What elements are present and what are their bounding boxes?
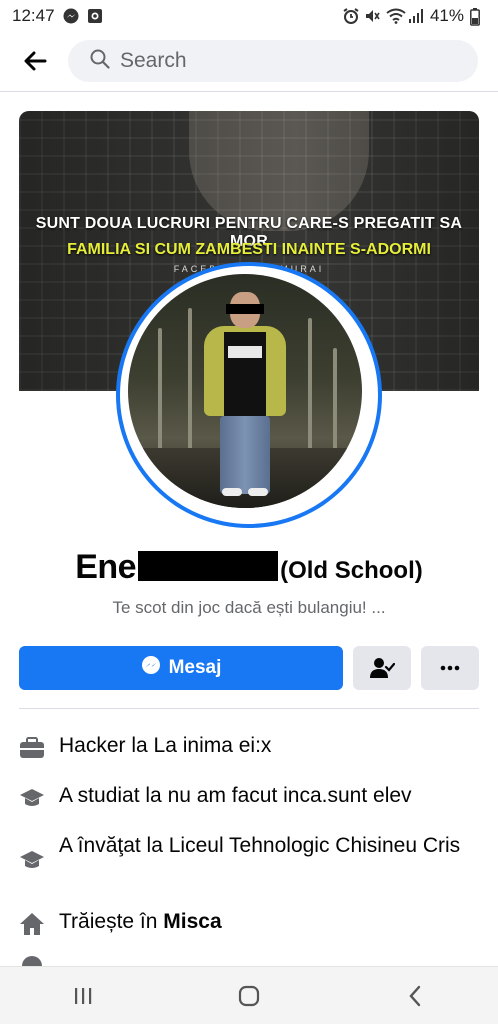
system-nav-bar — [0, 966, 498, 1024]
profile-name-first: Ene — [75, 548, 137, 586]
cover-text-line2: FAMILIA SI CUM ZAMBESTI INAINTE S-ADORMI — [67, 241, 431, 258]
battery-percent: 41% — [429, 6, 464, 25]
search-placeholder: Search — [120, 49, 187, 72]
censor-bar — [226, 304, 264, 314]
profile-name: Ene (Old School) — [0, 548, 498, 587]
section-divider — [19, 708, 479, 709]
friend-check-icon — [370, 658, 395, 678]
profile-name-suffix: (Old School) — [280, 557, 423, 584]
more-options-button[interactable] — [421, 646, 479, 690]
info-text: A studiat la nu am facut inca.sunt elev — [59, 784, 412, 807]
profile-picture[interactable] — [116, 262, 382, 528]
name-redaction — [138, 551, 279, 581]
mute-icon — [364, 8, 380, 24]
person-shirt — [224, 332, 266, 418]
graduation-cap-icon — [19, 785, 45, 811]
arrow-left-icon — [24, 51, 47, 71]
shoe — [222, 488, 242, 496]
more-dots-icon — [440, 665, 460, 671]
info-item-work: Hacker la La inima ei:x — [19, 733, 479, 761]
notification-icon — [87, 8, 103, 24]
info-text: A învăţat la Liceul Tehnologic Chisineu … — [59, 834, 461, 857]
back-button[interactable] — [18, 44, 52, 78]
search-icon — [90, 49, 110, 74]
shoe — [248, 488, 268, 496]
chevron-left-icon — [409, 985, 421, 1006]
friends-button[interactable] — [353, 646, 411, 690]
home-icon — [19, 911, 45, 937]
profile-bio[interactable]: Te scot din joc dacă ești bulangiu! ... — [0, 598, 498, 618]
message-button-label: Mesaj — [168, 657, 222, 678]
back-nav-button[interactable] — [385, 976, 445, 1016]
graduation-cap-icon — [19, 847, 45, 873]
home-button[interactable] — [219, 976, 279, 1016]
messenger-icon — [141, 655, 161, 681]
shirt-print — [228, 346, 262, 358]
info-item-highschool: A învăţat la Liceul Tehnologic Chisineu … — [19, 833, 479, 873]
search-input[interactable]: Search — [68, 40, 478, 82]
header-divider — [0, 91, 498, 92]
recent-apps-button[interactable] — [53, 976, 113, 1016]
info-text: Trăiește în Misca — [59, 909, 222, 935]
info-item-lives-in: Trăiește în Misca — [19, 909, 479, 937]
home-circle-icon — [238, 985, 260, 1006]
briefcase-icon — [19, 735, 45, 761]
recent-apps-icon — [75, 987, 92, 1004]
avatar-photo — [128, 274, 362, 508]
messenger-icon — [63, 8, 79, 24]
battery-icon — [470, 8, 486, 26]
info-text: Hacker la La inima ei:x — [59, 734, 272, 757]
message-button[interactable]: Mesaj — [19, 646, 343, 690]
person-jeans — [220, 416, 270, 494]
alarm-icon — [342, 8, 359, 24]
status-bar: 12:47 41% — [0, 0, 498, 32]
info-city-link[interactable]: Misca — [163, 910, 221, 933]
status-time: 12:47 — [12, 6, 55, 25]
top-bar: Search — [0, 32, 498, 90]
signal-icon — [408, 8, 424, 24]
wifi-icon — [386, 8, 406, 24]
info-prefix: Trăiește în — [59, 910, 164, 933]
info-item-school: A studiat la nu am facut inca.sunt elev — [19, 783, 479, 811]
